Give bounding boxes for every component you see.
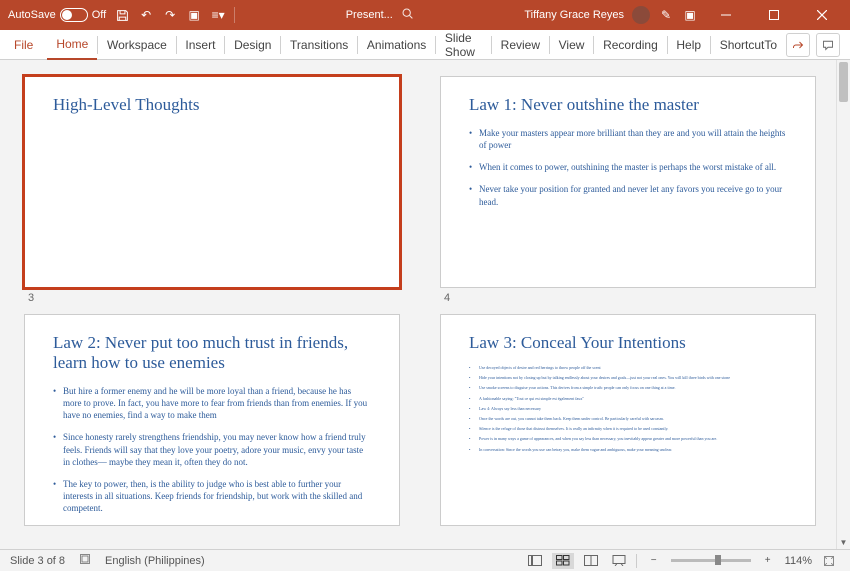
share-button[interactable]: [786, 33, 810, 57]
slide-title: Law 1: Never outshine the master: [469, 95, 787, 115]
slide-title: High-Level Thoughts: [53, 95, 371, 115]
search-icon[interactable]: [401, 7, 414, 23]
tab-help[interactable]: Help: [667, 30, 710, 60]
slide-thumbnail[interactable]: High-Level Thoughts: [24, 76, 400, 288]
save-icon[interactable]: [114, 7, 130, 23]
tab-transitions[interactable]: Transitions: [281, 30, 357, 60]
slide-bullet: Since honesty rarely strengthens friends…: [53, 431, 371, 467]
pen-icon[interactable]: ✎: [658, 7, 674, 23]
list-icon[interactable]: ≡▾: [210, 7, 226, 23]
zoom-level[interactable]: 114%: [785, 555, 812, 567]
start-slideshow-icon[interactable]: ▣: [186, 7, 202, 23]
slide-bullet: Hide your intentions not by closing up b…: [469, 375, 787, 380]
tab-file[interactable]: File: [0, 30, 47, 60]
slide-number: 4: [440, 292, 826, 304]
autosave-toggle[interactable]: AutoSave Off: [8, 8, 106, 22]
redo-icon[interactable]: ↷: [162, 7, 178, 23]
tab-recording[interactable]: Recording: [594, 30, 667, 60]
slide-title: Law 2: Never put too much trust in frien…: [53, 333, 371, 373]
tab-workspace[interactable]: Workspace: [98, 30, 176, 60]
normal-view-button[interactable]: [524, 553, 546, 569]
slide-bullet: In conversation: Since the words you use…: [469, 447, 787, 452]
slide-bullet: The key to power, then, is the ability t…: [53, 478, 371, 514]
tab-animations[interactable]: Animations: [358, 30, 435, 60]
tab-design[interactable]: Design: [225, 30, 280, 60]
slide-bullet: Silence is the refuge of those that dist…: [469, 426, 787, 431]
user-name: Tiffany Grace Reyes: [524, 9, 624, 21]
tab-home[interactable]: Home: [47, 30, 97, 60]
undo-icon[interactable]: ↶: [138, 7, 154, 23]
scroll-down-icon[interactable]: ▼: [837, 535, 850, 549]
slide-thumbnail[interactable]: Law 3: Conceal Your Intentions Use decoye…: [440, 314, 816, 526]
scrollbar-thumb[interactable]: [839, 62, 848, 102]
ribbon-display-icon[interactable]: ▣: [682, 7, 698, 23]
slide-bullet: When it comes to power, outshining the m…: [469, 161, 787, 173]
tab-slide-show[interactable]: Slide Show: [436, 30, 491, 60]
close-button[interactable]: [802, 0, 842, 30]
zoom-in-button[interactable]: +: [757, 553, 779, 569]
slide-bullet: A fashionable saying: "Tout ce qui est s…: [469, 396, 787, 401]
slide-bullet: Make your masters appear more brilliant …: [469, 127, 787, 151]
slide-thumbnail[interactable]: Law 2: Never put too much trust in frien…: [24, 314, 400, 526]
tab-shortcutto[interactable]: ShortcutTo: [711, 30, 786, 60]
tab-view[interactable]: View: [550, 30, 594, 60]
slide-thumbnail[interactable]: Law 1: Never outshine the master Make you…: [440, 76, 816, 288]
slide-bullet: Never take your position for granted and…: [469, 183, 787, 207]
fit-to-window-button[interactable]: [818, 553, 840, 569]
statusbar: Slide 3 of 8 English (Philippines) − + 1…: [0, 549, 850, 571]
slide-bullet: Law 4: Always say less than necessary: [469, 406, 787, 411]
comments-button[interactable]: [816, 33, 840, 57]
slideshow-button[interactable]: [608, 553, 630, 569]
slide-bullet: But hire a former enemy and he will be m…: [53, 385, 371, 421]
avatar[interactable]: [632, 6, 650, 24]
tab-review[interactable]: Review: [492, 30, 549, 60]
vertical-scrollbar[interactable]: ▲ ▼: [836, 60, 850, 549]
slide-bullet: Use decoyed objects of desire and red he…: [469, 365, 787, 370]
slide-title: Law 3: Conceal Your Intentions: [469, 333, 787, 353]
ribbon: FileHomeWorkspaceInsertDesignTransitions…: [0, 30, 850, 60]
slide-sorter-button[interactable]: [552, 553, 574, 569]
document-title: Present...: [346, 9, 393, 21]
language-indicator[interactable]: English (Philippines): [105, 555, 205, 567]
titlebar: AutoSave Off ↶ ↷ ▣ ≡▾ Present... Tiffany…: [0, 0, 850, 30]
slide-sorter-view: High-Level Thoughts 3 Law 1: Never outshin…: [0, 60, 850, 549]
slide-counter[interactable]: Slide 3 of 8: [10, 555, 65, 567]
toggle-icon: [60, 8, 88, 22]
zoom-out-button[interactable]: −: [643, 553, 665, 569]
slide-number: 3: [24, 292, 410, 304]
reading-view-button[interactable]: [580, 553, 602, 569]
slide-bullet: Use smoke screens to disguise your actio…: [469, 385, 787, 390]
slide-bullet: Once the words are out, you cannot take …: [469, 416, 787, 421]
slide-bullet: Power is in many ways a game of appearan…: [469, 436, 787, 441]
minimize-button[interactable]: [706, 0, 746, 30]
maximize-button[interactable]: [754, 0, 794, 30]
accessibility-icon[interactable]: [79, 553, 91, 568]
tab-insert[interactable]: Insert: [176, 30, 224, 60]
zoom-slider[interactable]: [671, 559, 751, 562]
